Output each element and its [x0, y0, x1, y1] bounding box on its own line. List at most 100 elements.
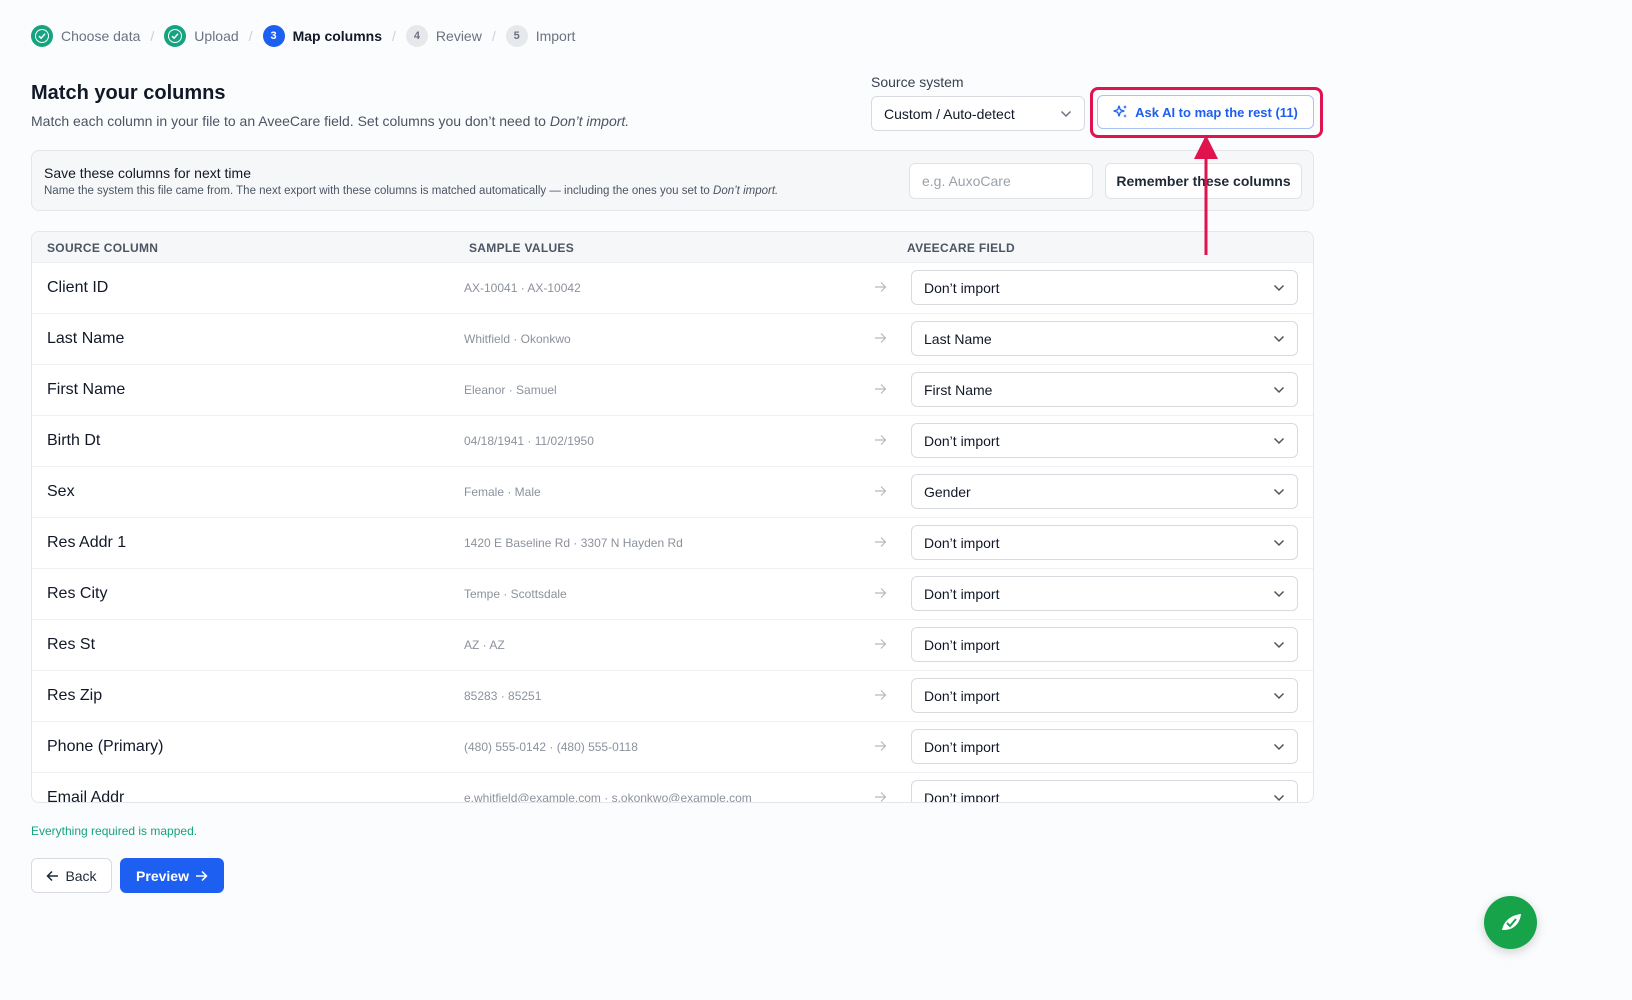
ask-ai-map-button[interactable]: Ask AI to map the rest (11): [1097, 95, 1314, 129]
field-value: Don’t import: [924, 687, 1000, 704]
chevron-down-icon: [1273, 641, 1285, 648]
source-column-name: Birth Dt: [47, 432, 101, 449]
step-map-columns[interactable]: 3 Map columns: [262, 25, 383, 47]
save-subtitle-emphasis: Don’t import.: [713, 185, 779, 197]
field-value: Don’t import: [924, 738, 1000, 755]
source-column-name: First Name: [47, 381, 126, 398]
field-value: Don’t import: [924, 636, 1000, 653]
step-label: Map columns: [292, 28, 383, 44]
aveecare-field-select[interactable]: Don’t import: [911, 576, 1298, 611]
arrow-right-icon: [874, 586, 887, 604]
header-source-column: SOURCE COLUMN: [47, 241, 159, 255]
aveecare-field-select[interactable]: Don’t import: [911, 780, 1298, 803]
arrow-right-icon: [874, 280, 887, 298]
save-subtitle-text: Name the system this file came from. The…: [44, 185, 710, 197]
back-button[interactable]: Back: [31, 858, 112, 893]
source-column-name: Res Addr 1: [47, 534, 127, 551]
aveecare-field-select[interactable]: Don’t import: [911, 423, 1298, 458]
preview-label: Preview: [136, 867, 189, 884]
step-separator: /: [491, 28, 496, 44]
check-circle-icon: [31, 25, 53, 47]
aveecare-field-select[interactable]: Don’t import: [911, 627, 1298, 662]
sample-values: Tempe · Scottsdale: [464, 587, 567, 601]
sample-values: e.whitfield@example.com · s.okonkwo@exam…: [464, 791, 752, 803]
step-upload[interactable]: Upload: [164, 25, 239, 47]
save-columns-panel: Save these columns for next time Name th…: [31, 150, 1314, 211]
column-mapping-table: SOURCE COLUMN SAMPLE VALUES AVEECARE FIE…: [31, 231, 1314, 803]
table-row: Birth Dt 04/18/1941 · 11/02/1950 Don’t imp…: [32, 416, 1313, 467]
preview-button[interactable]: Preview: [120, 858, 224, 893]
chevron-down-icon: [1273, 692, 1285, 699]
table-row: Sex Female · Male Gender: [32, 467, 1313, 518]
source-column-name: Res City: [47, 585, 108, 602]
source-column-name: Email Addr: [47, 789, 125, 803]
field-value: Don’t import: [924, 432, 1000, 449]
aveecare-field-select[interactable]: Gender: [911, 474, 1298, 509]
step-label: Import: [535, 28, 576, 44]
aveecare-field-select[interactable]: Last Name: [911, 321, 1298, 356]
field-value: Don’t import: [924, 789, 1000, 803]
sample-values: Female · Male: [464, 485, 541, 499]
field-value: Don’t import: [924, 279, 1000, 296]
step-review[interactable]: 4 Review: [405, 25, 482, 47]
stepper: Choose data / Upload / 3 Map columns / 4…: [31, 24, 575, 48]
step-number-badge: 4: [405, 25, 428, 47]
source-system-label: Source system: [871, 74, 964, 90]
annotation-arrow-icon: [1194, 135, 1218, 255]
page-subtitle: Match each column in your file to an Ave…: [31, 113, 629, 129]
field-value: Last Name: [924, 330, 992, 347]
mapping-status-text: Everything required is mapped.: [31, 824, 198, 838]
table-row: Res City Tempe · Scottsdale Don’t import: [32, 569, 1313, 620]
help-assistant-button[interactable]: [1484, 896, 1537, 949]
aveecare-field-select[interactable]: Don’t import: [911, 525, 1298, 560]
sample-values: 85283 · 85251: [464, 689, 542, 703]
back-label: Back: [65, 867, 97, 884]
step-label: Upload: [194, 28, 239, 44]
sparkles-icon: [1113, 105, 1128, 118]
source-column-name: Last Name: [47, 330, 125, 347]
aveecare-field-select[interactable]: Don’t import: [911, 678, 1298, 713]
chevron-down-icon: [1273, 437, 1285, 444]
table-row: Res Zip 85283 · 85251 Don’t import: [32, 671, 1313, 722]
sample-values: Eleanor · Samuel: [464, 383, 557, 397]
arrow-right-icon: [874, 739, 887, 757]
table-row: First Name Eleanor · Samuel First Name: [32, 365, 1313, 416]
chevron-down-icon: [1273, 284, 1285, 291]
chevron-down-icon: [1273, 794, 1285, 801]
table-header: SOURCE COLUMN SAMPLE VALUES AVEECARE FIE…: [32, 232, 1313, 263]
chevron-down-icon: [1273, 488, 1285, 495]
save-panel-title: Save these columns for next time: [44, 165, 251, 181]
aveecare-field-select[interactable]: Don’t import: [911, 729, 1298, 764]
arrow-left-icon: [46, 870, 59, 881]
page-title: Match your columns: [31, 82, 226, 104]
table-row: Phone (Primary) (480) 555-0142 · (480) 55…: [32, 722, 1313, 773]
step-import[interactable]: 5 Import: [505, 25, 576, 47]
arrow-right-icon: [874, 637, 887, 655]
table-row: Last Name Whitfield · Okonkwo Last Name: [32, 314, 1313, 365]
step-separator: /: [248, 28, 253, 44]
chevron-down-icon: [1060, 110, 1072, 117]
sample-values: (480) 555-0142 · (480) 555-0118: [464, 740, 638, 754]
table-row: Email Addr e.whitfield@example.com · s.ok…: [32, 773, 1313, 803]
field-value: Don’t import: [924, 585, 1000, 602]
arrow-right-icon: [874, 433, 887, 451]
step-choose-data[interactable]: Choose data: [31, 25, 140, 47]
step-number-badge: 3: [262, 25, 285, 47]
aveecare-field-select[interactable]: First Name: [911, 372, 1298, 407]
system-name-input[interactable]: [909, 163, 1093, 199]
sample-values: 04/18/1941 · 11/02/1950: [464, 434, 594, 448]
aveecare-field-select[interactable]: Don’t import: [911, 270, 1298, 305]
arrow-right-icon: [874, 484, 887, 502]
step-separator: /: [392, 28, 396, 44]
step-label: Choose data: [61, 28, 141, 44]
chevron-down-icon: [1273, 743, 1285, 750]
step-separator: /: [150, 28, 155, 44]
header-sample-values: SAMPLE VALUES: [469, 241, 575, 255]
ask-ai-label: Ask AI to map the rest (11): [1135, 104, 1298, 120]
arrow-right-icon: [874, 790, 887, 802]
arrow-right-icon: [874, 535, 887, 553]
chevron-down-icon: [1273, 386, 1285, 393]
arrow-right-icon: [874, 331, 887, 349]
source-system-select[interactable]: Custom / Auto-detect: [871, 96, 1085, 131]
source-column-name: Phone (Primary): [47, 738, 164, 755]
